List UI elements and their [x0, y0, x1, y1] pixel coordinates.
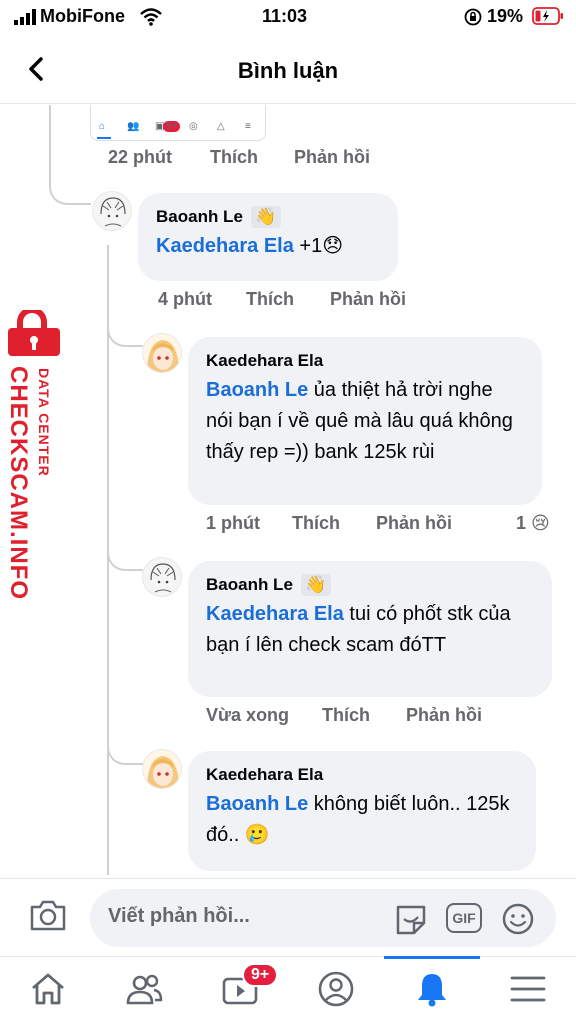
like-button[interactable]: Thích [246, 289, 294, 310]
reply-button[interactable]: Phản hồi [294, 147, 370, 168]
profile-icon: ◎ [189, 121, 198, 132]
tab-friends[interactable] [96, 957, 192, 1024]
author-name[interactable]: Kaedehara Ela [206, 761, 323, 789]
gif-button[interactable]: GIF [446, 903, 482, 933]
author-name[interactable]: Baoanh Le [206, 571, 293, 599]
author-name[interactable]: Baoanh Le [156, 203, 243, 231]
emoji-icon[interactable] [500, 901, 536, 937]
friends-icon: 👥 [127, 121, 140, 132]
profile-icon [318, 971, 354, 1007]
thread-connector [107, 305, 143, 347]
menu-icon: ≡ [245, 121, 251, 132]
friends-icon [126, 974, 163, 1005]
watermark-site: CHECKSCAM.INFO [5, 366, 32, 600]
bell-icon [418, 974, 446, 1007]
like-button[interactable]: Thích [322, 705, 370, 726]
bottom-tab-bar: 9+ [0, 956, 576, 1024]
comment-time: 4 phút [158, 289, 212, 309]
rotation-lock-icon [464, 8, 482, 26]
mention-link[interactable]: Kaedehara Ela [206, 603, 344, 625]
anime-avatar-icon [143, 750, 181, 788]
carrier-name: MobiFone [40, 6, 125, 26]
comment-meta: 22 phút Thích Phản hồi [108, 147, 408, 171]
sketch-avatar-icon [150, 563, 176, 593]
comment-body: +1😞 [293, 235, 344, 257]
home-icon: ⌂ [99, 121, 106, 132]
comment-meta: Vừa xong Thích Phản hồi [206, 705, 506, 729]
avatar[interactable] [142, 333, 182, 373]
thread-connector [49, 163, 91, 205]
comment-meta: 1 phút Thích Phản hồi [206, 513, 506, 537]
tab-profile[interactable] [288, 957, 384, 1024]
home-icon [32, 973, 64, 1005]
reply-button[interactable]: Phản hồi [330, 289, 406, 310]
clock: 11:03 [262, 6, 308, 26]
comment-bubble[interactable]: Baoanh Le 👋 Kaedehara Ela +1😞 [138, 193, 398, 281]
thread-connector [107, 529, 143, 571]
reaction-count[interactable]: 1 😢 [516, 513, 550, 534]
comment-author[interactable]: Baoanh Le 👋 [156, 203, 380, 231]
tab-home[interactable] [0, 957, 96, 1024]
comment-bubble[interactable]: Kaedehara Ela Baoanh Le không biết luôn.… [188, 751, 536, 871]
comment-time: 22 phút [108, 147, 173, 167]
mention-link[interactable]: Baoanh Le [206, 379, 308, 401]
camera-icon[interactable] [28, 897, 68, 933]
tab-menu[interactable] [480, 957, 576, 1024]
reply-button[interactable]: Phản hồi [376, 513, 452, 534]
checkscam-watermark: DATA CENTER CHECKSCAM.INFO [0, 308, 64, 600]
anime-avatar-icon [143, 334, 181, 372]
comment-meta: 4 phút Thích Phản hồi [158, 289, 458, 313]
comment-text: Kaedehara Ela tui có phốt stk của bạn í … [206, 599, 534, 661]
comment-bubble[interactable]: Baoanh Le 👋 Kaedehara Ela tui có phốt st… [188, 561, 552, 697]
menu-icon [510, 976, 546, 1002]
battery-percentage: 19% [487, 6, 524, 26]
mention-link[interactable]: Kaedehara Ela [156, 235, 294, 257]
comment-author[interactable]: Kaedehara Ela [206, 761, 518, 789]
video-notification-badge: 9+ [242, 963, 279, 987]
like-button[interactable]: Thích [292, 513, 340, 534]
reply-button[interactable]: Phản hồi [406, 705, 482, 726]
avatar[interactable] [142, 749, 182, 789]
like-button[interactable]: Thích [210, 147, 258, 168]
notification-badge: 9+ [163, 121, 181, 132]
bell-icon: △ [217, 121, 225, 132]
reply-composer: Viết phản hồi... GIF [0, 878, 576, 954]
wave-badge-icon: 👋 [250, 206, 281, 228]
mention-link[interactable]: Baoanh Le [206, 793, 308, 815]
tab-notifications[interactable] [384, 956, 480, 1024]
thread-line [49, 105, 51, 165]
padlock-logo-icon [8, 310, 60, 356]
comment-text: Kaedehara Ela +1😞 [156, 231, 380, 262]
active-tab-indicator [384, 956, 480, 959]
watermark-data-center: DATA CENTER [36, 368, 52, 477]
avatar[interactable] [142, 557, 182, 597]
comment-author[interactable]: Kaedehara Ela [206, 347, 524, 375]
reply-placeholder: Viết phản hồi... [108, 905, 250, 927]
cellular-signal-icon [14, 9, 36, 25]
comment-time: Vừa xong [206, 705, 290, 725]
tab-watch[interactable]: 9+ [192, 957, 288, 1024]
comment-text: Baoanh Le không biết luôn.. 125k đó.. 🥲 [206, 789, 518, 851]
page-title: Bình luận [237, 58, 339, 83]
thread-connector [107, 723, 143, 765]
comment-author[interactable]: Baoanh Le 👋 [206, 571, 534, 599]
author-name[interactable]: Kaedehara Ela [206, 347, 323, 375]
sketch-avatar-icon [100, 197, 126, 227]
battery-low-icon [532, 7, 563, 25]
comment-time: 1 phút [206, 513, 260, 533]
avatar[interactable] [92, 191, 132, 231]
header: Bình luận [0, 40, 576, 104]
wave-badge-icon: 👋 [300, 574, 331, 596]
comment-thread[interactable]: ⌂ 👥 ▣ 9+ ◎ △ ≡ 22 phút Thích Phản hồi Ba… [0, 105, 576, 875]
embedded-screenshot[interactable]: ⌂ 👥 ▣ 9+ ◎ △ ≡ [90, 105, 266, 141]
sticker-icon[interactable] [392, 901, 430, 937]
reply-input[interactable]: Viết phản hồi... GIF [90, 889, 556, 947]
comment-bubble[interactable]: Kaedehara Ela Baoanh Le ủa thiệt hả trời… [188, 337, 542, 505]
comment-text: Baoanh Le ủa thiệt hả trời nghe nói bạn … [206, 375, 524, 468]
active-tab-indicator [97, 137, 111, 139]
status-bar: MobiFone 11:03 19% [0, 0, 576, 36]
wifi-icon [140, 8, 162, 26]
